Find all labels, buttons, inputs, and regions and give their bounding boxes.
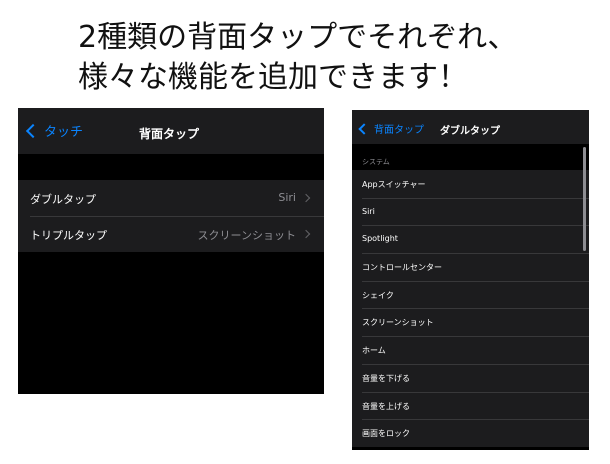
chevron-left-icon [25,123,41,138]
double-tap-row[interactable]: ダブルタップ Siri [18,180,324,216]
headline-line-2: 様々な機能を追加できます！ [78,60,468,95]
action-list: Appスイッチャー Siri Spotlight コントロールセンター シェイク… [352,170,589,447]
list-item[interactable]: ホーム [352,336,589,364]
list-item-label: Spotlight [362,234,398,244]
list-item-label: 画面をロック [362,429,410,439]
navigation-bar: 背面タップ ダブルタップ [352,110,589,144]
headline-line-1: 2種類の背面タップでそれぞれ、 [78,20,518,55]
chevron-left-icon [358,122,370,135]
row-label: トリプルタップ [30,229,107,242]
list-item-label: ホーム [362,346,386,356]
chevron-right-icon [301,193,311,203]
triple-tap-row[interactable]: トリプルタップ スクリーンショット [18,216,324,252]
list-item[interactable]: 音量を上げる [352,391,589,420]
list-item-label: Siri [362,206,375,216]
navigation-bar: タッチ 背面タップ [18,108,324,154]
list-item-label: シェイク [362,290,394,300]
list-item[interactable]: スクリーンショット [352,308,589,336]
list-item-label: スクリーンショット [362,318,434,328]
list-item[interactable]: シェイク [352,280,589,309]
back-tap-settings-screen: タッチ 背面タップ ダブルタップ Siri トリプルタップ スクリーンショット [18,108,324,394]
row-label: ダブルタップ [30,193,96,206]
list-item-label: 音量を下げる [362,373,410,383]
page-title: 背面タップ [139,127,200,141]
list-item[interactable]: Siri [352,197,589,226]
list-item[interactable]: Appスイッチャー [352,170,589,198]
back-button-label: 背面タップ [374,125,424,136]
list-item-label: 音量を上げる [362,401,410,411]
section-header-system: システム [362,158,390,166]
list-item[interactable]: 画面をロック [352,419,589,447]
scrollbar[interactable] [583,147,586,251]
row-value: スクリーンショット [197,229,296,242]
list-item-label: コントロールセンター [362,263,442,273]
chevron-right-icon [301,229,311,239]
list-item[interactable]: 音量を下げる [352,363,589,392]
back-button-label: タッチ [44,125,84,140]
page-title: ダブルタップ [440,126,500,137]
back-button[interactable]: タッチ [24,121,83,140]
list-item-label: Appスイッチャー [362,180,426,189]
double-tap-screen: 背面タップ ダブルタップ システム Appスイッチャー Siri Spotlig… [352,110,589,450]
back-button[interactable]: 背面タップ [356,121,424,136]
list-item[interactable]: コントロールセンター [352,253,589,281]
headline: 2種類の背面タップでそれぞれ、 様々な機能を追加できます！ [0,0,610,104]
list-item[interactable]: Spotlight [352,225,589,253]
row-value: Siri [278,191,296,204]
settings-list: ダブルタップ Siri トリプルタップ スクリーンショット [18,180,324,252]
